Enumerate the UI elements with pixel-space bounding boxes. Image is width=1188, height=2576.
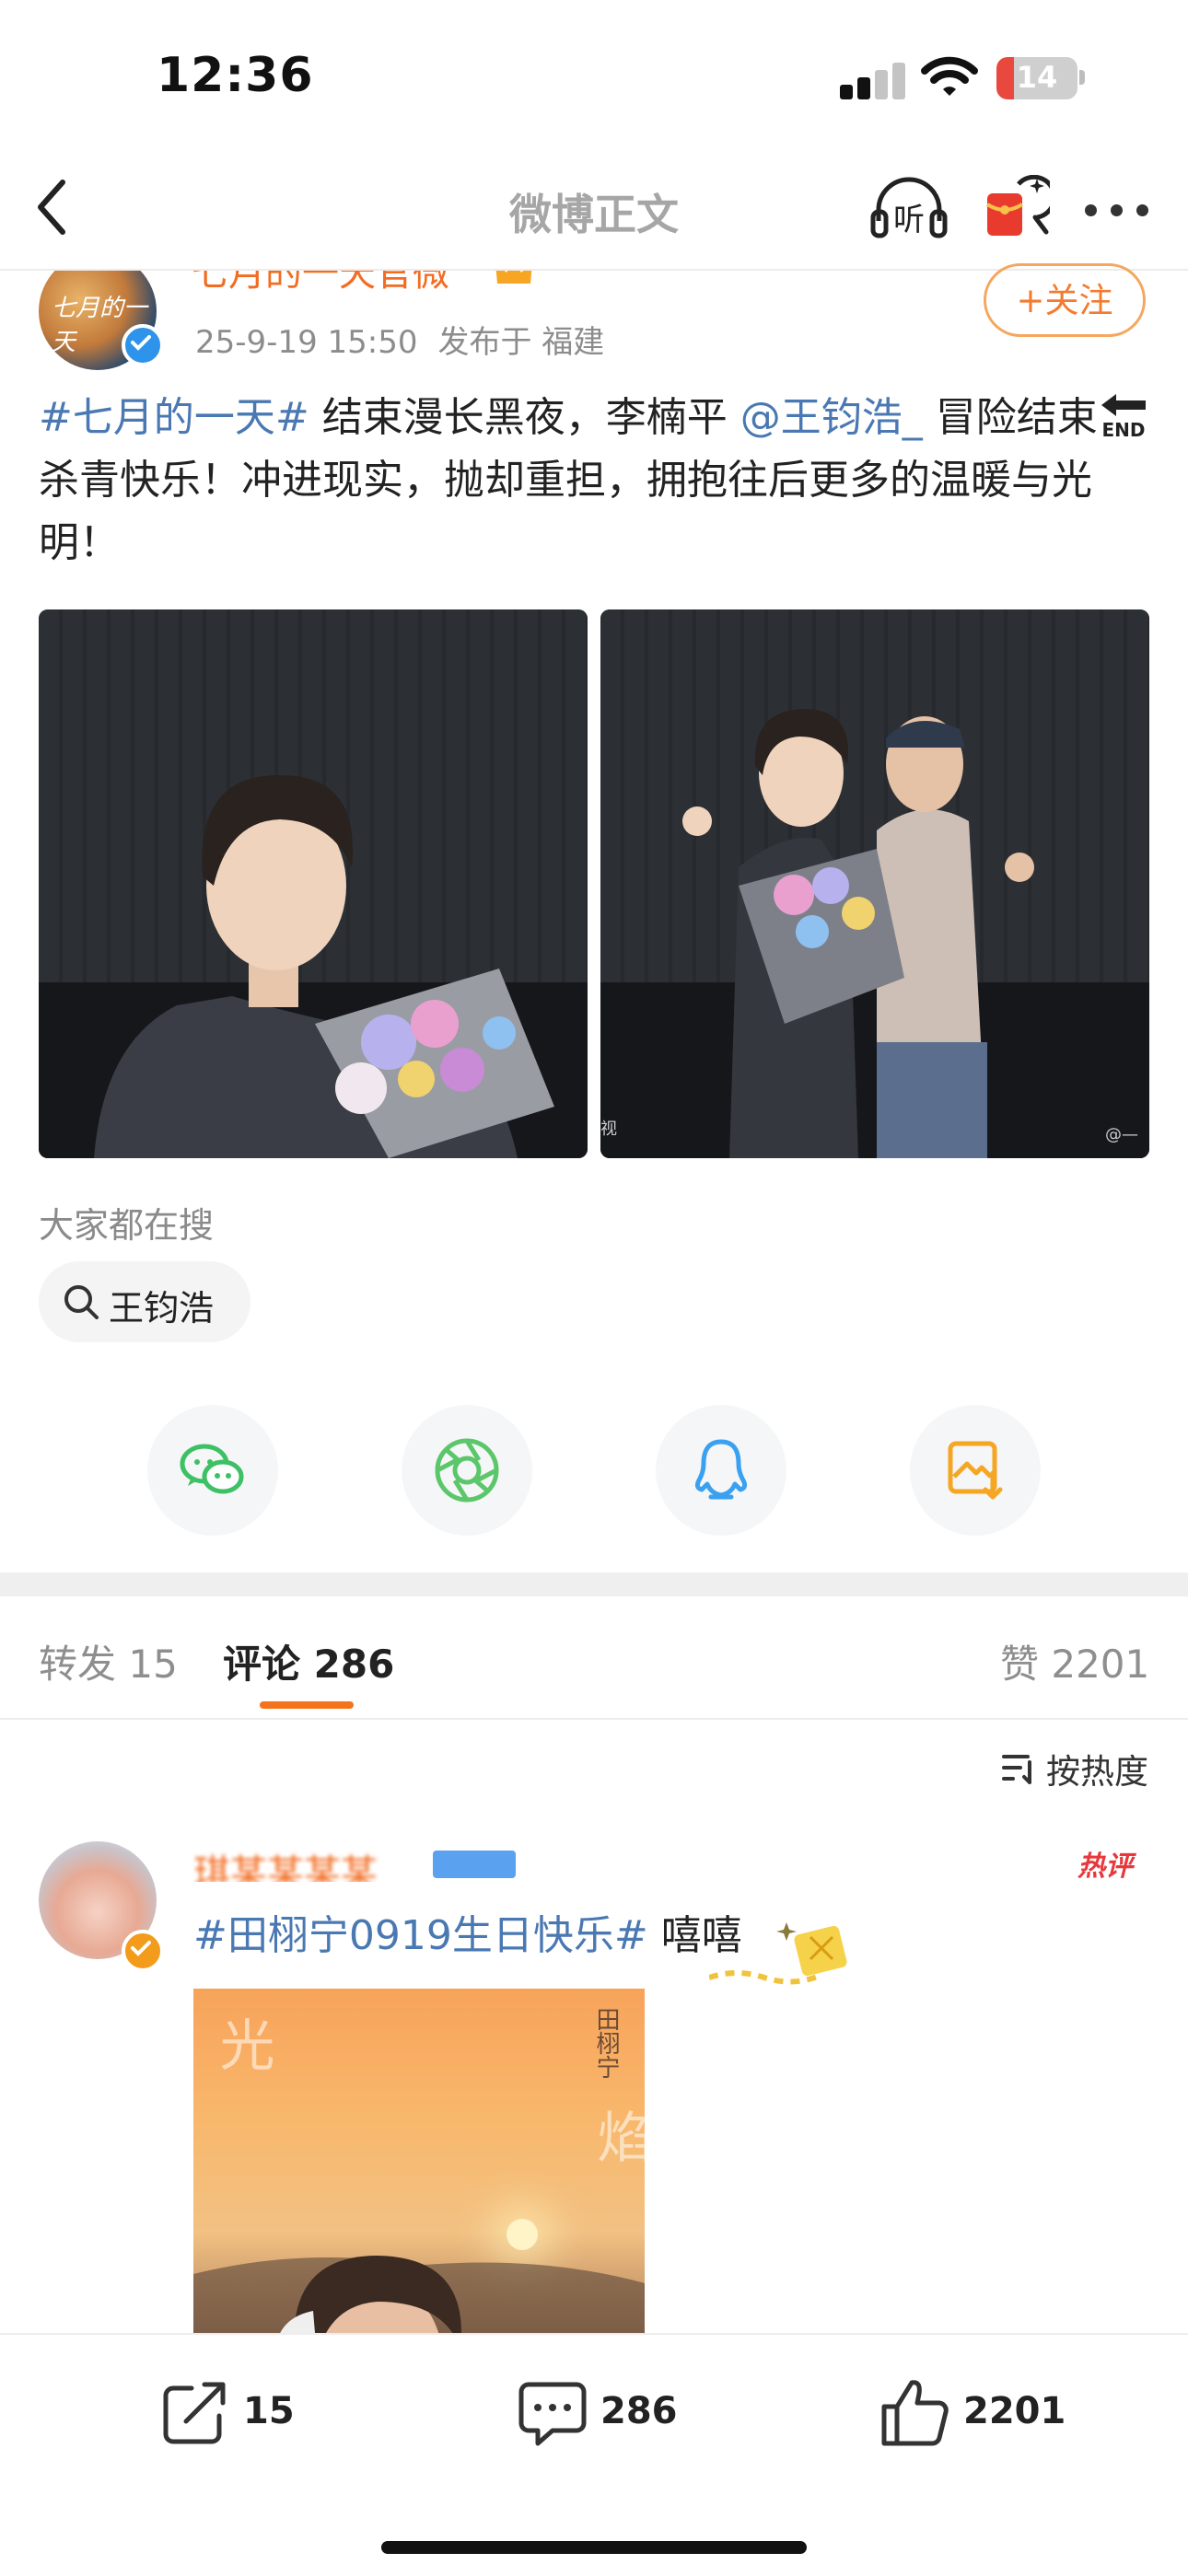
post-image-1[interactable] <box>39 609 588 1158</box>
follow-button[interactable]: +关注 <box>984 263 1146 337</box>
two-people-with-bouquet-graphic <box>682 709 1034 1158</box>
battery-tip <box>1079 70 1085 85</box>
crown-icon <box>495 271 532 284</box>
end-label: END <box>1101 419 1145 440</box>
qq-icon <box>694 1439 748 1500</box>
post-image-2[interactable] <box>600 609 1149 1158</box>
trending-search-chip[interactable]: 王钧浩 <box>39 1261 250 1342</box>
end-arrow-icon: END <box>1098 392 1149 441</box>
sort-icon <box>1002 1755 1031 1784</box>
comment-icon <box>518 2382 587 2446</box>
post-text-2: 冒险结束 <box>922 394 1098 441</box>
active-tab-indicator <box>260 1701 354 1709</box>
repost-icon <box>163 2382 226 2444</box>
search-icon <box>64 1285 99 1319</box>
tab-like[interactable]: 赞 2201 <box>1000 1633 1149 1689</box>
page-title: 微博正文 <box>509 190 679 239</box>
back-icon[interactable] <box>29 175 77 239</box>
tab-comment[interactable]: 评论 286 <box>223 1633 394 1689</box>
moments-icon <box>435 1438 499 1503</box>
comment-text: #田栩宁0919生日快乐# 嘻嘻 <box>193 1902 742 1961</box>
listen-icon[interactable]: 听 <box>869 175 949 241</box>
status-time: 12:36 <box>157 48 314 103</box>
tab-repost[interactable]: 转发 15 <box>39 1633 178 1689</box>
post-location: 发布于 福建 <box>437 324 605 361</box>
wifi-icon <box>921 56 978 96</box>
section-divider <box>0 1572 1188 1596</box>
cellular-signal-icon <box>840 63 906 99</box>
battery-icon: 14 <box>996 57 1077 99</box>
home-indicator[interactable] <box>381 2541 807 2554</box>
commenter-fan-badge <box>433 1851 516 1878</box>
comment-hashtag[interactable]: #田栩宁0919生日快乐# <box>193 1912 648 1959</box>
verified-badge-icon <box>122 324 164 366</box>
post-mention[interactable]: @王钧浩_ <box>740 394 923 441</box>
post-date: 25-9-19 15:50 <box>195 324 418 361</box>
thumbs-up-icon <box>881 2380 949 2446</box>
wechat-icon <box>180 1444 244 1494</box>
bottom-action-bar <box>0 2333 1188 2576</box>
share-moments-button[interactable] <box>402 1405 532 1536</box>
image-watermark-left: 视 <box>600 1120 617 1139</box>
save-image-button[interactable] <box>910 1405 1041 1536</box>
trending-search-title: 大家都在搜 <box>39 1205 215 1246</box>
commenter-verified-icon <box>122 1930 164 1972</box>
image-watermark-right: @— <box>1105 1125 1138 1144</box>
battery-level: 14 <box>1016 60 1058 95</box>
hot-comment-badge: 热评 <box>1077 1851 1133 1883</box>
repost-count: 15 <box>243 2390 295 2432</box>
trending-search-label: 王钧浩 <box>109 1288 215 1329</box>
share-wechat-button[interactable] <box>147 1405 278 1536</box>
post-hashtag[interactable]: #七月的一天# <box>39 394 309 441</box>
sort-label: 按热度 <box>1046 1752 1148 1792</box>
save-image-icon <box>948 1441 1003 1500</box>
tab-divider <box>0 1718 1188 1720</box>
author-name[interactable]: 七月的一天官微 <box>192 271 449 296</box>
post-meta: 25-9-19 15:50 发布于 福建 <box>195 317 604 362</box>
more-options-icon[interactable] <box>1085 204 1149 217</box>
post-text-3: 杀青快乐！冲进现实，抛却重担，拥抱往后更多的温暖与光明！ <box>39 457 1092 566</box>
person-with-bouquet-graphic <box>94 774 554 1158</box>
post-text-1: 结束漫长黑夜，李楠平 <box>309 394 740 441</box>
birthday-sticker-icon <box>709 1922 847 1985</box>
comment-count: 286 <box>600 2390 678 2432</box>
share-qq-button[interactable] <box>656 1405 786 1536</box>
post-body: #七月的一天# 结束漫长黑夜，李楠平 @王钧浩_ 冒险结束 END 杀青快乐！冲进现… <box>39 387 1153 574</box>
listen-label: 听 <box>893 202 925 238</box>
like-count: 2201 <box>963 2390 1066 2432</box>
red-packet-search-icon[interactable] <box>982 175 1050 241</box>
